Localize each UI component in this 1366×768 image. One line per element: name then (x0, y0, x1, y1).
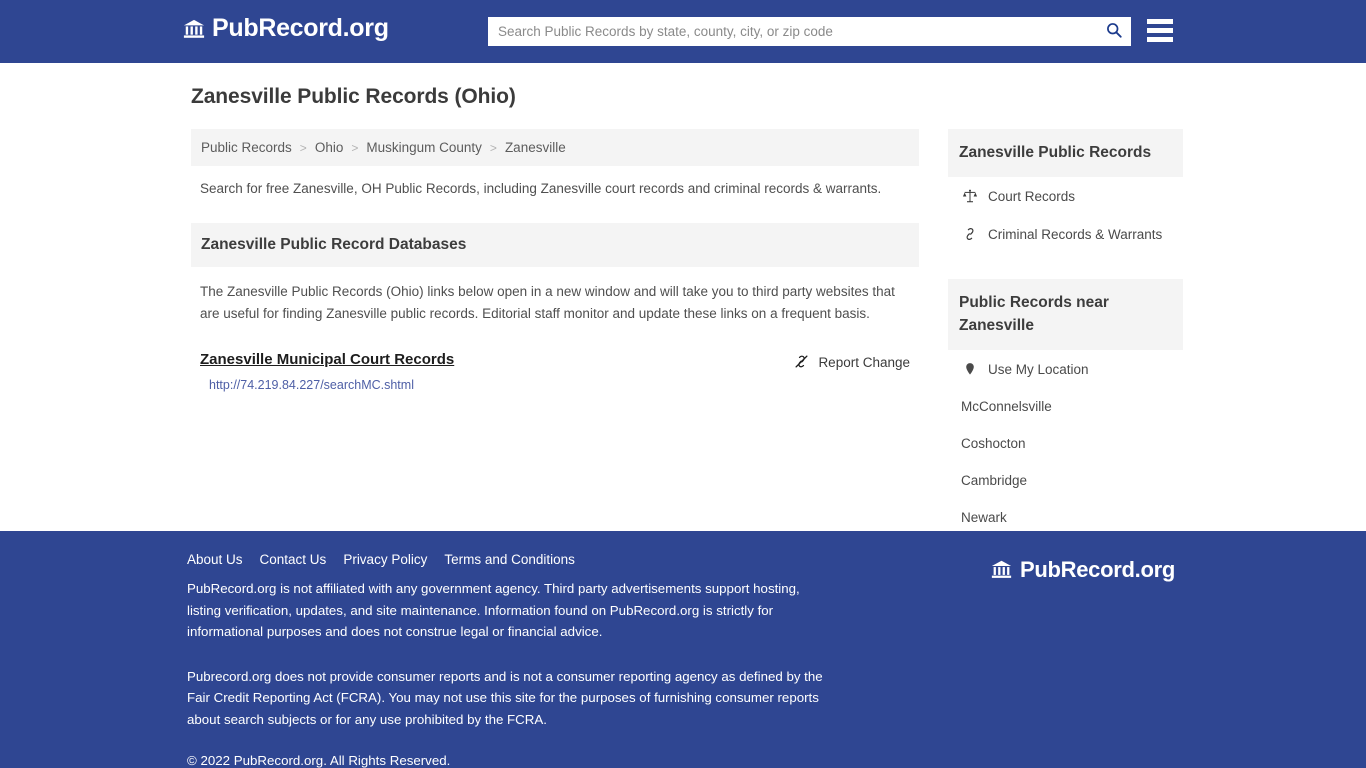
content-columns: Public Records > Ohio > Muskingum County… (183, 129, 1183, 536)
menu-bar-middle (1147, 28, 1173, 33)
record-title-link[interactable]: Zanesville Municipal Court Records (200, 351, 454, 368)
search-button[interactable] (1097, 18, 1131, 45)
sidebar-item-label: Cambridge (961, 473, 1028, 489)
list-item: McConnelsville (948, 388, 1183, 425)
record-entry: Zanesville Municipal Court Records http:… (200, 351, 910, 392)
sidebar-item-use-my-location[interactable]: Use My Location (961, 361, 1181, 377)
footer-link-terms-and-conditions[interactable]: Terms and Conditions (444, 552, 575, 567)
site-logo[interactable]: PubRecord.org (183, 16, 389, 41)
sidebar-item-label: Coshocton (961, 436, 1026, 452)
sidebar-item-criminal-records-warrants[interactable]: Criminal Records & Warrants (961, 226, 1181, 242)
record-url-link[interactable]: http://74.219.84.227/searchMC.shtml (209, 378, 454, 392)
databases-section-description: The Zanesville Public Records (Ohio) lin… (200, 284, 895, 322)
sidebar-record-list: Court Records Criminal Records & Warrant… (948, 177, 1183, 253)
sidebar-item-label: Use My Location (988, 361, 1089, 377)
broken-link-icon (793, 353, 810, 373)
search-input[interactable] (488, 18, 1097, 45)
site-footer: About Us Contact Us Privacy Policy Terms… (0, 531, 1366, 768)
record-entry-left: Zanesville Municipal Court Records http:… (200, 351, 454, 392)
breadcrumb: Public Records > Ohio > Muskingum County… (191, 129, 919, 166)
breadcrumb-item-zanesville[interactable]: Zanesville (505, 140, 566, 155)
footer-disclaimer-affiliation: PubRecord.org is not affiliated with any… (187, 581, 800, 640)
bank-building-icon (991, 559, 1013, 581)
footer-link-privacy-policy[interactable]: Privacy Policy (343, 552, 427, 567)
list-item: Use My Location (948, 350, 1183, 388)
footer-container: About Us Contact Us Privacy Policy Terms… (183, 531, 1183, 768)
main-column: Public Records > Ohio > Muskingum County… (191, 129, 919, 392)
sidebar-item-court-records[interactable]: Court Records (961, 188, 1181, 204)
report-change-button[interactable]: Report Change (793, 353, 910, 373)
breadcrumb-list: Public Records > Ohio > Muskingum County… (201, 140, 909, 155)
sidebar-card-header: Zanesville Public Records (948, 129, 1183, 178)
footer-nav: About Us Contact Us Privacy Policy Terms… (187, 552, 887, 567)
menu-bar-top (1147, 19, 1173, 24)
search-icon (1105, 21, 1123, 42)
page-container: Zanesville Public Records (Ohio) Public … (183, 63, 1183, 536)
footer-left-column: About Us Contact Us Privacy Policy Terms… (187, 552, 887, 768)
map-pin-icon (961, 361, 978, 377)
balance-scale-icon (961, 188, 978, 204)
breadcrumb-separator: > (299, 140, 307, 155)
sidebar-item-newark[interactable]: Newark (961, 510, 1181, 525)
sidebar-card-title: Zanesville Public Records (959, 144, 1152, 161)
breadcrumb-separator: > (351, 140, 359, 155)
sidebar-item-label: McConnelsville (961, 399, 1052, 415)
header-container: PubRecord.org (183, 0, 1183, 63)
footer-disclaimer-fcra: Pubrecord.org does not provide consumer … (187, 668, 823, 727)
search-bar (488, 17, 1131, 46)
intro-text: Search for free Zanesville, OH Public Re… (200, 181, 882, 196)
sidebar-item-mcconnelsville[interactable]: McConnelsville (961, 399, 1181, 414)
breadcrumb-item-public-records[interactable]: Public Records (201, 140, 292, 155)
footer-link-about-us[interactable]: About Us (187, 552, 243, 567)
sidebar-item-label: Newark (961, 510, 1007, 526)
sidebar-card-nearby: Public Records near Zanesville Use My Lo… (948, 279, 1183, 536)
sidebar-item-label: Criminal Records & Warrants (988, 226, 1163, 242)
databases-section-title: Zanesville Public Record Databases (201, 236, 467, 254)
hamburger-menu-icon[interactable] (1145, 15, 1175, 46)
sidebar-nearby-list: Use My Location McConnelsville Coshocton (948, 350, 1183, 536)
list-item: Criminal Records & Warrants (948, 215, 1183, 253)
footer-link-contact-us[interactable]: Contact Us (260, 552, 327, 567)
breadcrumb-item-ohio[interactable]: Ohio (315, 140, 344, 155)
databases-section-header: Zanesville Public Record Databases (191, 223, 919, 268)
sidebar-item-label: Court Records (988, 188, 1076, 204)
breadcrumb-item-muskingum-county[interactable]: Muskingum County (366, 140, 482, 155)
sidebar-card-title: Public Records near Zanesville (959, 294, 1109, 334)
breadcrumb-separator: > (489, 140, 497, 155)
page-title: Zanesville Public Records (Ohio) (191, 85, 516, 108)
site-logo-text: PubRecord.org (212, 14, 389, 42)
sidebar-card-public-records: Zanesville Public Records Court Records … (948, 129, 1183, 253)
menu-bar-bottom (1147, 37, 1173, 42)
site-header: PubRecord.org (0, 0, 1366, 63)
list-item: Cambridge (948, 462, 1183, 499)
footer-copyright: © 2022 PubRecord.org. All Rights Reserve… (187, 753, 451, 768)
bank-building-icon (183, 18, 205, 40)
list-item: Coshocton (948, 425, 1183, 462)
footer-logo-text: PubRecord.org (1020, 557, 1175, 582)
sidebar-item-cambridge[interactable]: Cambridge (961, 473, 1181, 488)
sidebar-card-header: Public Records near Zanesville (948, 279, 1183, 351)
link-chain-icon (961, 226, 978, 242)
sidebar: Zanesville Public Records Court Records … (948, 129, 1183, 536)
footer-logo[interactable]: PubRecord.org (991, 559, 1175, 581)
list-item: Court Records (948, 177, 1183, 215)
sidebar-item-coshocton[interactable]: Coshocton (961, 436, 1181, 451)
report-change-label: Report Change (818, 355, 910, 371)
